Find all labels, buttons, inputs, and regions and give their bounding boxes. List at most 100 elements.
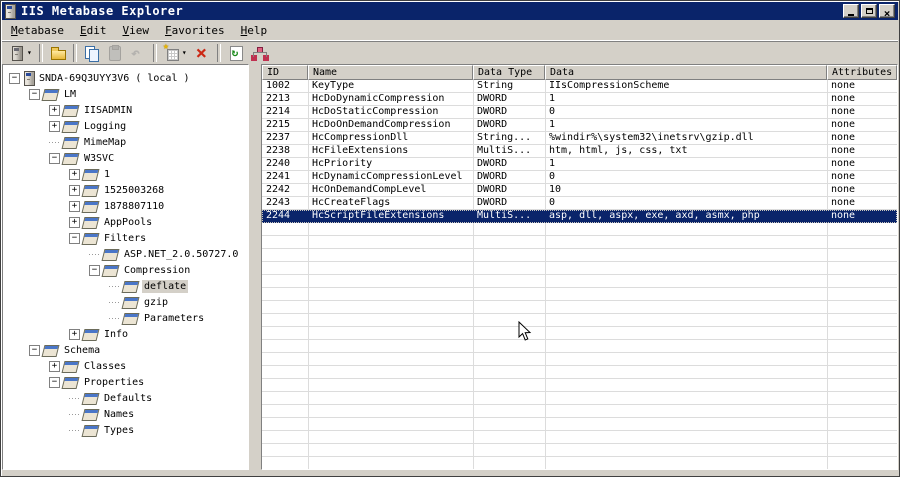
tree-item[interactable]: gzip <box>3 294 248 310</box>
tree-item[interactable]: + 1 <box>3 166 248 182</box>
tree-item-label: Info <box>104 328 129 340</box>
dropdown-arrow-icon[interactable]: ▾ <box>27 48 32 57</box>
delete-button[interactable] <box>191 42 213 64</box>
maximize-button[interactable] <box>861 4 877 18</box>
table-row[interactable]: 2240 HcPriority DWORD 1 none <box>262 158 897 171</box>
tree-item[interactable]: − Compression <box>3 262 248 278</box>
toolbar: ▾ ▾ <box>2 41 898 65</box>
key-icon <box>43 344 58 356</box>
key-icon <box>83 408 98 420</box>
dropdown-arrow-icon[interactable]: ▾ <box>182 48 187 57</box>
treeview-icon <box>251 45 267 61</box>
expander-icon[interactable]: − <box>89 264 100 276</box>
expander-icon[interactable]: + <box>49 104 60 116</box>
tree-item[interactable]: ASP.NET_2.0.50727.0 <box>3 246 248 262</box>
tree-item[interactable]: + Classes <box>3 358 248 374</box>
tree-item-label: ASP.NET_2.0.50727.0 <box>124 248 239 260</box>
minimize-icon <box>848 13 854 16</box>
tree-item[interactable]: + 1878807110 <box>3 198 248 214</box>
cell-type: DWORD <box>477 119 508 130</box>
column-header-attributes[interactable]: Attributes <box>827 65 897 80</box>
cell-name: HcPriority <box>312 158 373 169</box>
connect-server-button[interactable]: ▾ <box>6 42 35 63</box>
expander-icon[interactable]: + <box>69 184 80 196</box>
tree-item[interactable]: + 1525003268 <box>3 182 248 198</box>
table-row[interactable]: 2238 HcFileExtensions MultiS... htm, htm… <box>262 145 897 158</box>
cell-id: 2237 <box>266 132 291 143</box>
newkey-icon <box>163 41 180 61</box>
table-row[interactable]: 2213 HcDoDynamicCompression DWORD 1 none <box>262 93 897 106</box>
table-row[interactable]: 2244 HcScriptFileExtensions MultiS... as… <box>262 210 897 223</box>
menu-edit[interactable]: Edit <box>72 22 115 39</box>
menu-help[interactable]: Help <box>233 22 276 39</box>
expander-icon[interactable]: − <box>29 344 40 356</box>
expander-icon[interactable]: − <box>9 72 20 84</box>
expander-icon[interactable]: + <box>69 200 80 212</box>
menu-favorites[interactable]: Favorites <box>157 22 233 39</box>
tree-item[interactable]: − Schema <box>3 342 248 358</box>
cell-name: KeyType <box>312 80 355 91</box>
title-bar[interactable]: IIS Metabase Explorer <box>2 2 898 20</box>
tree-item[interactable]: Names <box>3 406 248 422</box>
column-header-id[interactable]: ID <box>262 65 308 80</box>
cell-name: HcDynamicCompressionLevel <box>312 171 463 182</box>
tree-item-label: W3SVC <box>84 152 115 164</box>
tree-item[interactable]: + Logging <box>3 118 248 134</box>
expander-icon <box>109 280 120 292</box>
menu-view[interactable]: View <box>114 22 157 39</box>
cell-data: 1 <box>549 158 556 169</box>
cell-type: DWORD <box>477 158 508 169</box>
expander-icon[interactable]: + <box>49 360 60 372</box>
key-icon <box>63 376 78 388</box>
table-row[interactable]: 1002 KeyType String IIsCompressionScheme… <box>262 80 897 93</box>
tree-item[interactable]: − SNDA-69Q3UYY3V6 ( local ) <box>3 70 248 86</box>
menu-metabase[interactable]: Metabase <box>3 22 72 39</box>
tree-item[interactable]: deflate <box>3 278 248 294</box>
table-row[interactable]: 2243 HcCreateFlags DWORD 0 none <box>262 197 897 210</box>
column-header-data[interactable]: Data <box>545 65 827 80</box>
tree-item[interactable]: − Filters <box>3 230 248 246</box>
tree-item[interactable]: + AppPools <box>3 214 248 230</box>
pane-splitter[interactable] <box>249 64 261 470</box>
cell-name: HcFileExtensions <box>312 145 409 156</box>
tree-item[interactable]: − W3SVC <box>3 150 248 166</box>
table-row[interactable]: 2241 HcDynamicCompressionLevel DWORD 0 n… <box>262 171 897 184</box>
export-button[interactable] <box>47 42 69 63</box>
tree-item[interactable]: − LM <box>3 86 248 102</box>
key-icon <box>83 392 98 404</box>
table-row[interactable]: 2214 HcDoStaticCompression DWORD 0 none <box>262 106 897 119</box>
expander-icon[interactable]: + <box>69 216 80 228</box>
cell-type: DWORD <box>477 106 508 117</box>
list-body: 1002 KeyType String IIsCompressionScheme… <box>262 80 897 469</box>
tree-item[interactable]: Defaults <box>3 390 248 406</box>
column-header-type[interactable]: Data Type <box>473 65 545 80</box>
key-icon <box>63 120 78 132</box>
tree-item[interactable]: + IISADMIN <box>3 102 248 118</box>
tree-item-label: 1525003268 <box>104 184 165 196</box>
table-row[interactable]: 2242 HcOnDemandCompLevel DWORD 10 none <box>262 184 897 197</box>
table-row[interactable]: 2237 HcCompressionDll String... %windir%… <box>262 132 897 145</box>
minimize-button[interactable] <box>843 4 859 18</box>
close-button[interactable] <box>879 4 895 18</box>
tree-item-label: Schema <box>64 344 101 356</box>
expander-icon[interactable]: + <box>69 328 80 340</box>
expander-icon[interactable]: + <box>49 120 60 132</box>
tree-item[interactable]: Parameters <box>3 310 248 326</box>
tree-item-label: Logging <box>84 120 127 132</box>
expander-icon[interactable]: − <box>49 152 60 164</box>
tree-item[interactable]: + Info <box>3 326 248 342</box>
tree-item[interactable]: MimeMap <box>3 134 248 150</box>
tree-item[interactable]: Types <box>3 422 248 438</box>
tree-view-button[interactable] <box>248 42 270 63</box>
refresh-button[interactable] <box>225 42 247 63</box>
expander-icon[interactable]: − <box>29 88 40 100</box>
expander-icon[interactable]: − <box>49 376 60 388</box>
delete-icon <box>194 42 210 64</box>
new-key-button[interactable]: ▾ <box>161 41 190 63</box>
table-row[interactable]: 2215 HcDoOnDemandCompression DWORD 1 non… <box>262 119 897 132</box>
copy-button[interactable] <box>81 42 103 63</box>
expander-icon[interactable]: + <box>69 168 80 180</box>
column-header-name[interactable]: Name <box>308 65 473 80</box>
expander-icon[interactable]: − <box>69 232 80 244</box>
tree-item[interactable]: − Properties <box>3 374 248 390</box>
